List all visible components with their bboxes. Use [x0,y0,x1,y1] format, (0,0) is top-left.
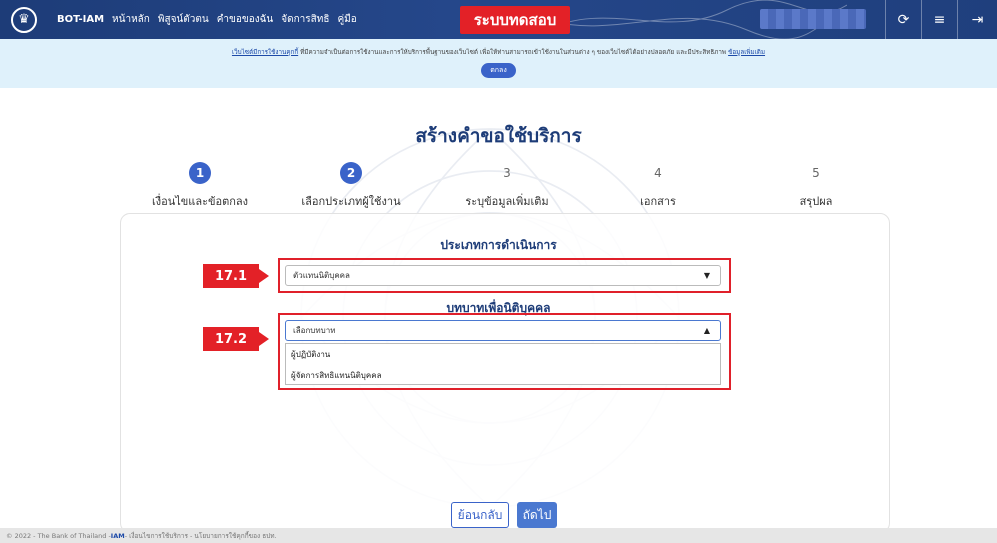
nav-item-manual[interactable]: คู่มือ [337,12,356,27]
cookie-policy-link[interactable]: เว็บไซต์มีการใช้งานคุกกี้ [232,49,298,56]
callout-17-2: 17.2 [203,327,269,351]
step-5: 5 สรุปผล [741,162,891,210]
step-4: 4 เอกสาร [583,162,733,210]
top-navbar: ♛ BOT-IAM หน้าหลัก พิสูจน์ตัวตน คำขอของฉ… [0,0,997,39]
step-2-label: เลือกประเภทผู้ใช้งาน [301,195,401,208]
step-1: 1 เงื่อนไขและข้อตกลง [125,162,275,210]
step-4-number: 4 [654,166,662,180]
callout-17-1-label: 17.1 [214,268,248,284]
highlight-box-17-1 [278,258,731,293]
nav-item-verify-identity[interactable]: พิสูจน์ตัวตน [158,12,209,27]
more-info-link[interactable]: ข้อมูลเพิ่มเติม [728,49,765,56]
footer-links[interactable]: - เงื่อนไขการใช้บริการ - นโยบายการใช้คุก… [125,531,277,541]
next-button[interactable]: ถัดไป [517,502,557,528]
cookie-notice: เว็บไซต์มีการใช้งานคุกกี้ ที่มีความจำเป็… [0,39,997,88]
highlight-box-17-2 [278,313,731,390]
cookie-accept-button[interactable]: ตกลง [481,63,516,78]
callout-arrow-icon [259,332,269,346]
step-3-label: ระบุข้อมูลเพิ่มเติม [465,195,549,208]
step-4-label: เอกสาร [640,195,676,208]
nav-item-manage-rights[interactable]: จัดการสิทธิ [281,12,329,27]
footer-copyright: © 2022 - The Bank of Thailand - [6,531,111,540]
step-3: 3 ระบุข้อมูลเพิ่มเติม [432,162,582,210]
user-info-redacted[interactable] [760,9,866,29]
callout-17-2-label: 17.2 [214,331,248,347]
callout-17-1: 17.1 [203,264,269,288]
step-5-label: สรุปผล [799,195,833,208]
cookie-notice-body: ที่มีความจำเป็นต่อการใช้งานและการให้บริก… [298,49,729,56]
step-2: 2 เลือกประเภทผู้ใช้งาน [276,162,426,210]
page-title: สร้างคำขอใช้บริการ [415,125,582,147]
footer-iam-link[interactable]: IAM [111,532,125,540]
cookie-notice-text: เว็บไซต์มีการใช้งานคุกกี้ ที่มีความจำเป็… [0,47,997,57]
brand-name[interactable]: BOT-IAM [57,14,104,25]
logout-icon[interactable]: ⇥ [957,0,997,39]
test-system-banner: ระบบทดสอบ [460,6,570,34]
bot-logo-icon[interactable]: ♛ [11,6,37,33]
operation-type-title: ประเภทการดำเนินการ [440,238,557,252]
back-button[interactable]: ย้อนกลับ [451,502,509,528]
nav-item-my-requests[interactable]: คำขอของฉัน [217,12,274,27]
footer: © 2022 - The Bank of Thailand - IAM - เง… [0,528,997,543]
menu-edit-icon[interactable]: ≡ [921,0,957,39]
nav-item-home[interactable]: หน้าหลัก [112,12,150,27]
refresh-icon[interactable]: ⟳ [885,0,921,39]
step-5-number: 5 [812,166,820,180]
step-2-number: 2 [340,162,362,184]
callout-arrow-icon [259,269,269,283]
step-1-number: 1 [189,162,211,184]
step-3-number: 3 [503,166,511,180]
step-1-label: เงื่อนไขและข้อตกลง [151,195,249,208]
